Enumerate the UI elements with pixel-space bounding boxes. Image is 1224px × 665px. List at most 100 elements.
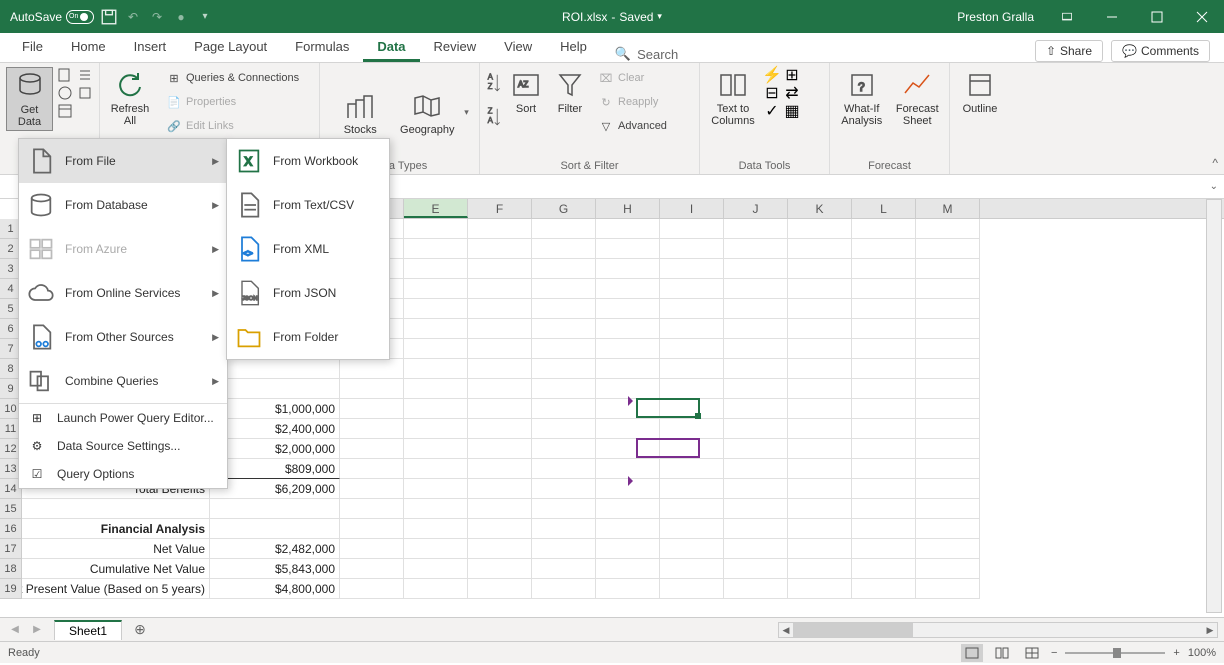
cell[interactable] bbox=[788, 539, 852, 559]
cell[interactable] bbox=[596, 359, 660, 379]
tab-help[interactable]: Help bbox=[546, 33, 601, 62]
comments-button[interactable]: 💬Comments bbox=[1111, 40, 1210, 62]
cell[interactable] bbox=[404, 239, 468, 259]
sort-az-icon[interactable]: AZ bbox=[486, 67, 502, 99]
cell[interactable] bbox=[404, 279, 468, 299]
cell[interactable] bbox=[916, 439, 980, 459]
cell[interactable] bbox=[660, 339, 724, 359]
cell[interactable] bbox=[788, 579, 852, 599]
page-layout-view-button[interactable] bbox=[991, 644, 1013, 662]
maximize-button[interactable] bbox=[1134, 0, 1179, 33]
cell[interactable] bbox=[532, 319, 596, 339]
row-header[interactable]: 17 bbox=[0, 539, 22, 559]
cell[interactable] bbox=[404, 219, 468, 239]
cell[interactable] bbox=[724, 439, 788, 459]
cell[interactable] bbox=[788, 519, 852, 539]
cell[interactable] bbox=[660, 359, 724, 379]
save-icon[interactable] bbox=[100, 8, 118, 26]
cell[interactable] bbox=[660, 579, 724, 599]
cell[interactable] bbox=[596, 319, 660, 339]
cell[interactable] bbox=[660, 539, 724, 559]
cell[interactable] bbox=[788, 359, 852, 379]
cell[interactable] bbox=[468, 539, 532, 559]
cell[interactable] bbox=[916, 219, 980, 239]
cell[interactable] bbox=[660, 379, 724, 399]
cell[interactable] bbox=[852, 339, 916, 359]
tab-insert[interactable]: Insert bbox=[120, 33, 181, 62]
cell[interactable] bbox=[660, 439, 724, 459]
menu-from-database[interactable]: From Database▶ bbox=[19, 183, 227, 227]
column-header[interactable]: L bbox=[852, 199, 916, 218]
cell[interactable]: $2,400,000 bbox=[210, 419, 340, 439]
page-break-view-button[interactable] bbox=[1021, 644, 1043, 662]
cell[interactable] bbox=[532, 239, 596, 259]
cell[interactable] bbox=[788, 299, 852, 319]
cell[interactable] bbox=[724, 479, 788, 499]
cell[interactable] bbox=[532, 459, 596, 479]
cell[interactable]: Net Present Value (Based on 5 years) bbox=[22, 579, 210, 599]
cell[interactable] bbox=[916, 519, 980, 539]
cell[interactable] bbox=[404, 559, 468, 579]
cell[interactable] bbox=[660, 279, 724, 299]
filter-button[interactable]: Filter bbox=[550, 67, 590, 117]
cell[interactable]: $5,843,000 bbox=[210, 559, 340, 579]
recent-sources-icon[interactable] bbox=[77, 67, 93, 83]
cell[interactable] bbox=[724, 519, 788, 539]
data-validation-icon[interactable]: ✓ bbox=[764, 103, 780, 119]
cell[interactable] bbox=[788, 459, 852, 479]
cell[interactable] bbox=[852, 419, 916, 439]
cell[interactable] bbox=[916, 379, 980, 399]
cell[interactable] bbox=[532, 219, 596, 239]
cell[interactable] bbox=[916, 419, 980, 439]
cell[interactable] bbox=[788, 419, 852, 439]
cell[interactable] bbox=[724, 279, 788, 299]
cell[interactable] bbox=[468, 479, 532, 499]
cell[interactable] bbox=[724, 299, 788, 319]
cell[interactable] bbox=[916, 319, 980, 339]
cell[interactable] bbox=[340, 519, 404, 539]
cell[interactable] bbox=[532, 539, 596, 559]
cell[interactable] bbox=[404, 479, 468, 499]
cell[interactable] bbox=[852, 359, 916, 379]
outline-button[interactable]: Outline bbox=[956, 67, 1004, 117]
cell[interactable]: Cumulative Net Value bbox=[22, 559, 210, 579]
cell[interactable] bbox=[916, 539, 980, 559]
cell[interactable] bbox=[852, 399, 916, 419]
cell[interactable] bbox=[468, 519, 532, 539]
normal-view-button[interactable] bbox=[961, 644, 983, 662]
cell[interactable] bbox=[724, 319, 788, 339]
advanced-button[interactable]: ▽Advanced bbox=[594, 115, 671, 137]
cell[interactable] bbox=[596, 339, 660, 359]
ribbon-display-icon[interactable] bbox=[1044, 0, 1089, 33]
cell[interactable] bbox=[916, 459, 980, 479]
search-box[interactable]: 🔍 Search bbox=[601, 46, 692, 62]
menu-combine[interactable]: Combine Queries▶ bbox=[19, 359, 227, 403]
refresh-all-button[interactable]: Refresh All bbox=[106, 67, 154, 129]
saved-label[interactable]: Saved bbox=[619, 10, 653, 24]
row-header[interactable]: 19 bbox=[0, 579, 22, 599]
cell[interactable] bbox=[852, 239, 916, 259]
datatypes-more-icon[interactable]: ▾ bbox=[464, 107, 469, 118]
cell[interactable]: $2,000,000 bbox=[210, 439, 340, 459]
cell[interactable] bbox=[468, 459, 532, 479]
cell[interactable] bbox=[788, 399, 852, 419]
scroll-left-icon[interactable]: ◀ bbox=[779, 623, 793, 637]
cell[interactable] bbox=[532, 259, 596, 279]
cell[interactable] bbox=[210, 519, 340, 539]
cell[interactable] bbox=[532, 499, 596, 519]
cell[interactable] bbox=[596, 239, 660, 259]
cell[interactable] bbox=[532, 279, 596, 299]
cell[interactable] bbox=[596, 419, 660, 439]
close-button[interactable] bbox=[1179, 0, 1224, 33]
cell[interactable]: $2,482,000 bbox=[210, 539, 340, 559]
column-header[interactable]: H bbox=[596, 199, 660, 218]
cell[interactable] bbox=[468, 259, 532, 279]
cell[interactable] bbox=[660, 559, 724, 579]
cell[interactable] bbox=[852, 479, 916, 499]
whatif-analysis-button[interactable]: ? What-If Analysis bbox=[836, 67, 888, 129]
autosave-toggle[interactable]: AutoSave On bbox=[10, 10, 94, 24]
from-text-icon[interactable] bbox=[57, 67, 73, 83]
cell[interactable] bbox=[596, 559, 660, 579]
cell[interactable]: $6,209,000 bbox=[210, 479, 340, 499]
column-header[interactable]: E bbox=[404, 199, 468, 218]
